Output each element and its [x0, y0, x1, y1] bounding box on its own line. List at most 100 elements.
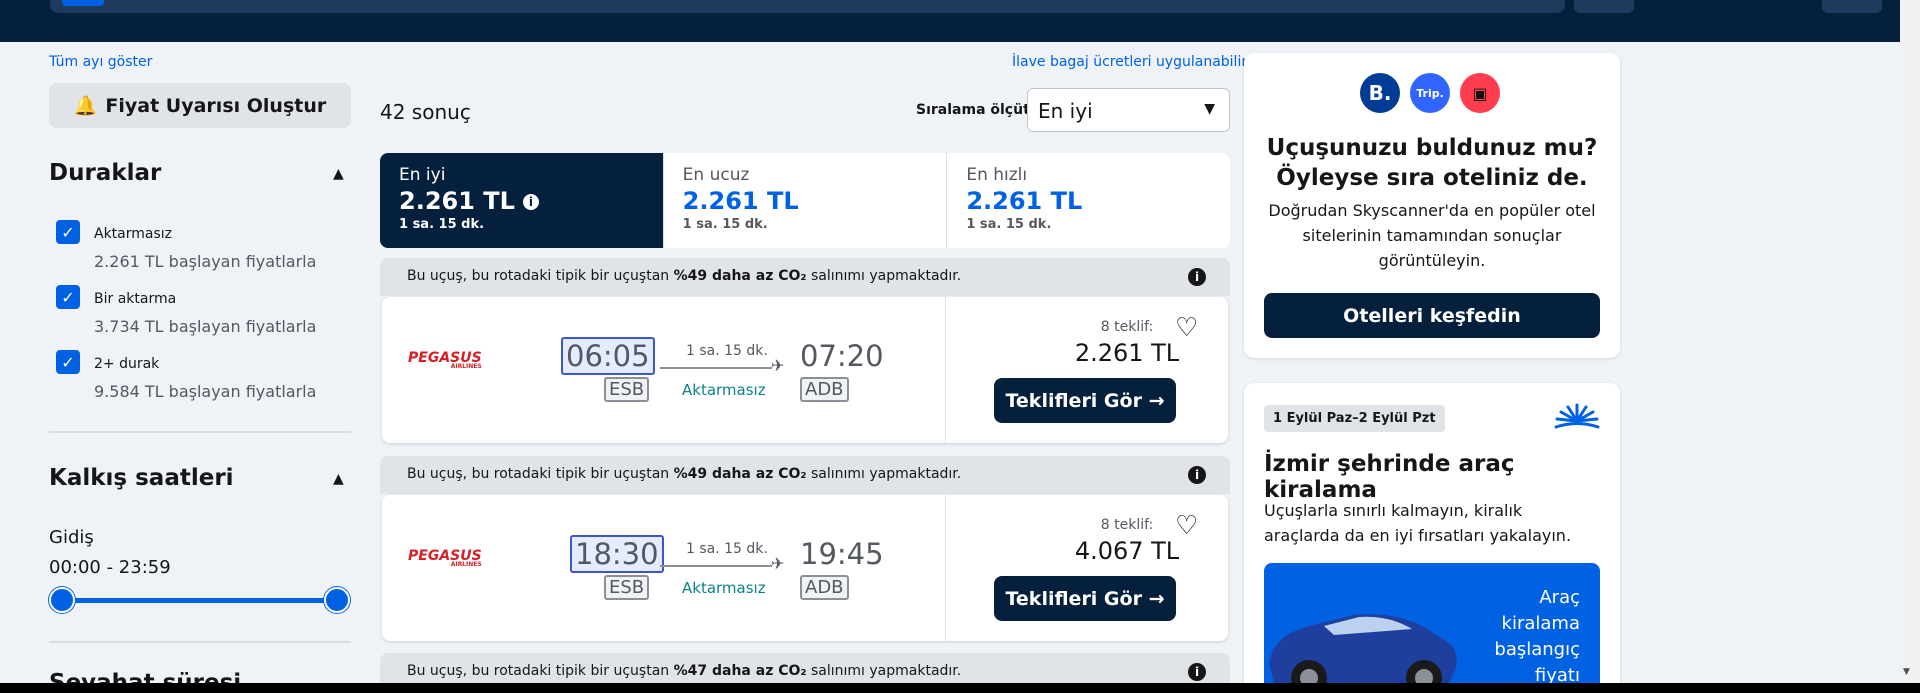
hotel-promo-card: B. Trip. ▣ Uçuşunuzu buldunuz mu? Öyleys… [1244, 53, 1620, 358]
stop-option-label: Aktarmasız [94, 226, 173, 242]
scroll-down-arrow-icon[interactable]: ▼ [1903, 667, 1910, 677]
info-icon[interactable]: i [1188, 663, 1206, 681]
stop-option-label: 2+ durak [94, 356, 160, 372]
divider [49, 641, 351, 643]
checkbox-two-plus-stops[interactable]: ✓ [56, 350, 80, 374]
departure-airport: ESB [604, 377, 650, 402]
flight-card[interactable]: PEGASUS AIRLINES 06:05 ESB 1 sa. 15 dk. ✈… [382, 297, 1228, 443]
outbound-label: Gidiş [49, 527, 94, 548]
departure-slider-track[interactable] [60, 598, 337, 603]
car-card-description: Uçuşlarla sınırlı kalmayın, kiralık araç… [1264, 501, 1572, 545]
arrival-time: 19:45 [800, 537, 884, 571]
tab-duration: 1 sa. 15 dk. [682, 217, 768, 232]
eco-value: %49 daha az CO₂ [673, 268, 807, 284]
arrival-time: 07:20 [800, 339, 884, 373]
price-alert-label: Fiyat Uyarısı Oluştur [105, 94, 327, 117]
car-promo-text: Araç kiralama başlangıç fiyatı [1494, 587, 1580, 686]
checkbox-nonstop[interactable]: ✓ [56, 220, 80, 244]
arrival-airport: ADB [800, 575, 849, 600]
date-badge: 1 Eylül Paz–2 Eylül Pzt [1264, 405, 1445, 432]
eco-text: salınımı yapmaktadır. [810, 466, 962, 482]
trip-logo-icon: Trip. [1410, 73, 1450, 113]
flight-price: 2.261 TL [1074, 339, 1180, 367]
sort-select[interactable]: En iyi ▼ [1027, 88, 1230, 132]
eco-value: %47 daha az CO₂ [673, 663, 807, 679]
sort-value: En iyi [1038, 99, 1093, 123]
car-rental-card[interactable]: 1 Eylül Paz–2 Eylül Pzt İzmir şehrinde a… [1244, 383, 1620, 693]
outbound-range: 00:00 - 23:59 [49, 557, 171, 578]
departure-times-title: Kalkış saatleri [49, 465, 234, 491]
result-count: 42 sonuç [380, 100, 471, 124]
header-button-right[interactable] [1822, 0, 1882, 13]
eco-text: Bu uçuş, bu rotadaki tipik bir uçuştan [407, 268, 670, 284]
search-bar[interactable] [50, 0, 1565, 13]
car-promo-banner[interactable]: Araç kiralama başlangıç fiyatı [1264, 563, 1600, 693]
car-card-title: İzmir şehrinde araç kiralama [1264, 451, 1515, 503]
eco-text: Bu uçuş, bu rotadaki tipik bir uçuştan [407, 663, 670, 679]
sort-tabs: En iyi 2.261 TL i 1 sa. 15 dk. En ucuz 2.… [380, 153, 1230, 248]
info-icon[interactable]: i [1188, 268, 1206, 286]
stops-text: Aktarmasız [682, 579, 766, 597]
stops-title: Duraklar [49, 160, 162, 186]
tab-fastest[interactable]: En hızlı 2.261 TL 1 sa. 15 dk. [947, 153, 1230, 248]
view-deals-button[interactable]: Teklifleri Gör → [994, 576, 1176, 621]
flight-duration: 1 sa. 15 dk. [686, 343, 768, 359]
offer-count: 8 teklif: [1100, 517, 1154, 533]
hotel-card-title: Uçuşunuzu buldunuz mu? Öyleyse sıra otel… [1266, 135, 1598, 191]
eco-text: Bu uçuş, bu rotadaki tipik bir uçuştan [407, 466, 670, 482]
card-divider [945, 495, 946, 641]
tab-duration: 1 sa. 15 dk. [966, 217, 1052, 232]
car-image [1269, 614, 1457, 693]
tab-price: 2.261 TL [399, 187, 515, 215]
chevron-up-icon[interactable]: ▲ [333, 471, 344, 487]
airline-logo: PEGASUS AIRLINES [408, 548, 482, 568]
tab-name: En ucuz [682, 165, 750, 185]
departure-time: 06:05 [561, 337, 655, 375]
slider-thumb-start[interactable] [49, 587, 75, 613]
route-line [660, 367, 772, 369]
card-divider [945, 297, 946, 443]
airline-logo: PEGASUS AIRLINES [408, 350, 482, 370]
flight-price: 4.067 TL [1074, 537, 1180, 565]
stops-text: Aktarmasız [682, 381, 766, 399]
slider-thumb-end[interactable] [324, 587, 350, 613]
plane-icon: ✈ [771, 356, 785, 375]
baggage-fees-link[interactable]: İlave bagaj ücretleri uygulanabilir [1012, 54, 1247, 70]
checkbox-one-stop[interactable]: ✓ [56, 285, 80, 309]
header-button[interactable] [1574, 0, 1634, 13]
bottom-bar [0, 683, 1920, 693]
tab-name: En hızlı [966, 165, 1028, 185]
tab-price: 2.261 TL [966, 187, 1083, 215]
stop-option-price: 3.734 TL başlayan fiyatlarla [94, 317, 317, 336]
info-icon[interactable]: i [522, 194, 539, 210]
hotel-card-description: Doğrudan Skyscanner'da en popüler otel s… [1268, 201, 1596, 270]
eco-value: %49 daha az CO₂ [673, 466, 807, 482]
price-alert-button[interactable]: 🔔 Fiyat Uyarısı Oluştur [49, 83, 351, 128]
search-button[interactable] [62, 0, 104, 6]
departure-time: 18:30 [570, 535, 664, 573]
booking-logo-icon: B. [1360, 73, 1400, 113]
eco-banner: Bu uçuş, bu rotadaki tipik bir uçuştan %… [380, 258, 1230, 296]
tab-name: En iyi [399, 165, 446, 185]
caret-down-icon: ▼ [1204, 101, 1215, 117]
info-icon[interactable]: i [1188, 466, 1206, 484]
tab-cheapest[interactable]: En ucuz 2.261 TL 1 sa. 15 dk. [664, 153, 948, 248]
eco-text: salınımı yapmaktadır. [810, 268, 962, 284]
plane-icon: ✈ [771, 554, 785, 573]
show-month-link[interactable]: Tüm ayı göster [49, 54, 152, 70]
departure-airport: ESB [604, 575, 650, 600]
stop-option-price: 9.584 TL başlayan fiyatlarla [94, 382, 317, 401]
eco-banner: Bu uçuş, bu rotadaki tipik bir uçuştan %… [380, 456, 1230, 494]
hotels-logo-icon: ▣ [1460, 73, 1500, 113]
view-deals-button[interactable]: Teklifleri Gör → [994, 378, 1176, 423]
divider [49, 431, 351, 433]
chevron-up-icon[interactable]: ▲ [333, 166, 344, 182]
stop-option-label: Bir aktarma [94, 291, 177, 307]
tab-best[interactable]: En iyi 2.261 TL i 1 sa. 15 dk. [380, 153, 664, 248]
scrollbar[interactable] [1900, 0, 1920, 693]
heart-icon[interactable]: ♡ [1175, 313, 1198, 343]
flight-card[interactable]: PEGASUS AIRLINES 18:30 ESB 1 sa. 15 dk. ✈… [382, 495, 1228, 641]
offer-count: 8 teklif: [1100, 319, 1154, 335]
heart-icon[interactable]: ♡ [1175, 511, 1198, 541]
explore-hotels-button[interactable]: Otelleri keşfedin [1264, 293, 1600, 338]
